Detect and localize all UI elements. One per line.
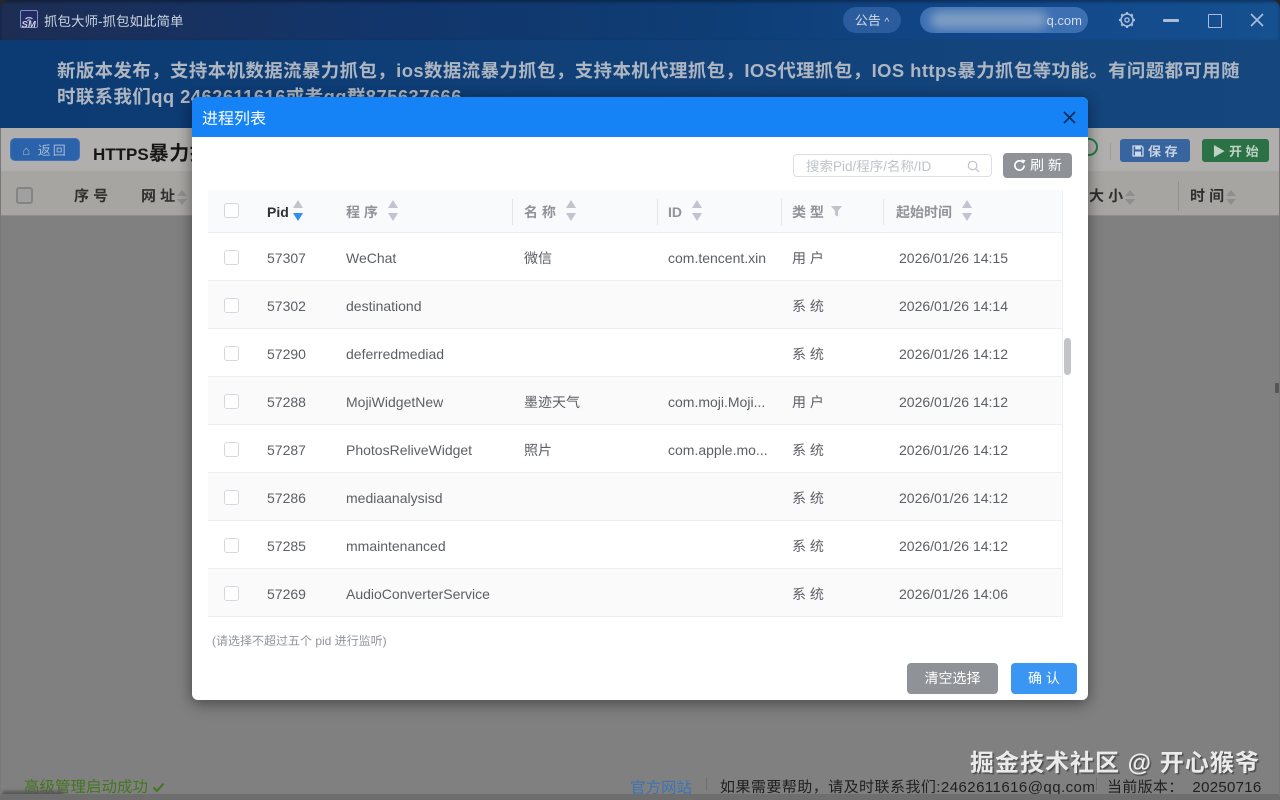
svg-text:SM: SM <box>22 20 37 31</box>
